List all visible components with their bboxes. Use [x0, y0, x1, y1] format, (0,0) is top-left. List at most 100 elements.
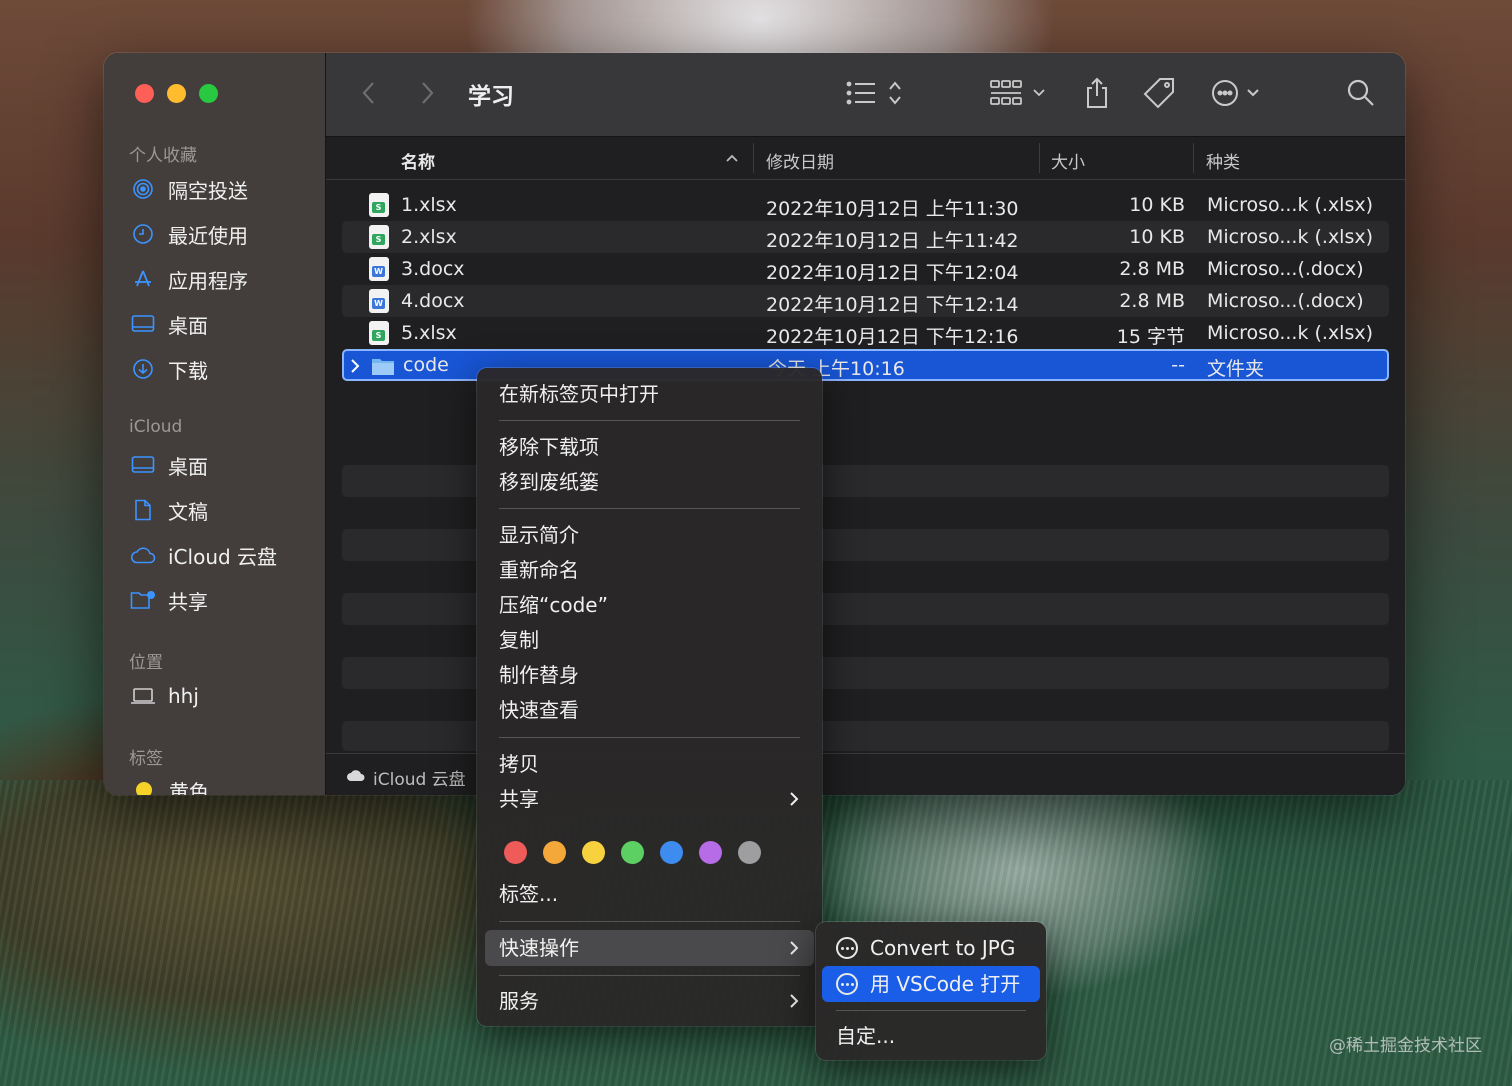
yellow-tag-dot: [136, 782, 152, 795]
menu-item-remove-download[interactable]: 移除下载项: [499, 431, 599, 463]
chevron-right-icon: [418, 80, 436, 110]
menu-item-get-info[interactable]: 显示简介: [499, 519, 579, 551]
sidebar-item-airdrop[interactable]: 隔空投送: [130, 172, 248, 206]
submenu-item-label: Convert to JPG: [870, 936, 1016, 960]
menu-separator: [836, 1010, 1026, 1011]
menu-separator: [499, 975, 800, 976]
file-date: 2022年10月12日 下午12:16: [766, 326, 1019, 348]
sidebar-item-icloud-desktop[interactable]: 桌面: [130, 448, 208, 482]
sidebar-item-label: 应用程序: [168, 268, 248, 293]
context-menu: 在新标签页中打开 移除下载项 移到废纸篓 显示简介 重新命名 压缩“code” …: [477, 368, 822, 1026]
file-size: --: [1171, 354, 1185, 376]
tag-color-yellow[interactable]: [582, 841, 605, 864]
column-size[interactable]: 大小: [1051, 148, 1085, 173]
sidebar-item-documents[interactable]: 文稿: [130, 493, 208, 527]
menu-item-copy[interactable]: 拷贝: [499, 748, 539, 780]
menu-item-quick-look[interactable]: 快速查看: [499, 694, 579, 726]
tag-color-blue[interactable]: [660, 841, 683, 864]
column-name[interactable]: 名称: [401, 148, 435, 173]
close-button[interactable]: [135, 84, 154, 103]
cloud-icon: [346, 767, 366, 787]
menu-item-open-new-tab[interactable]: 在新标签页中打开: [499, 378, 659, 410]
menu-separator: [499, 921, 800, 922]
menu-item-compress[interactable]: 压缩“code”: [499, 589, 608, 621]
menu-item-quick-actions[interactable]: 快速操作: [499, 932, 800, 964]
menu-separator: [499, 508, 800, 509]
sidebar-item-label: 桌面: [168, 313, 208, 338]
search-button[interactable]: [1347, 75, 1375, 115]
ellipsis-circle-icon: [836, 973, 858, 995]
file-kind: Microso...(.docx): [1207, 290, 1364, 312]
back-button[interactable]: [360, 75, 378, 115]
forward-button[interactable]: [418, 75, 436, 115]
clock-icon: [130, 221, 156, 247]
sidebar-item-recents[interactable]: 最近使用: [130, 217, 248, 251]
zoom-button[interactable]: [199, 84, 218, 103]
shared-folder-icon: [130, 587, 156, 613]
desktop-icon: [130, 452, 156, 478]
tag-color-green[interactable]: [621, 841, 644, 864]
share-button[interactable]: [1084, 75, 1110, 115]
list-view-icon: [846, 79, 908, 111]
tag-button[interactable]: [1142, 75, 1176, 115]
column-date[interactable]: 修改日期: [766, 148, 834, 173]
file-kind: Microso...k (.xlsx): [1207, 322, 1374, 344]
group-button[interactable]: [989, 75, 1051, 115]
sidebar-item-label: 黄色: [169, 779, 209, 796]
table-row[interactable]: S 1.xlsx 2022年10月12日 上午11:30 10 KB Micro…: [342, 189, 1389, 221]
grid-view-icon: [989, 79, 1051, 111]
sidebar-item-icloud-drive[interactable]: iCloud 云盘: [130, 538, 277, 572]
view-list-button[interactable]: [846, 75, 908, 115]
menu-item-services[interactable]: 服务: [499, 985, 800, 1017]
submenu-item-convert-jpg[interactable]: Convert to JPG: [836, 931, 1015, 965]
column-divider: [753, 143, 754, 173]
menu-item-make-alias[interactable]: 制作替身: [499, 659, 579, 691]
sidebar-item-desktop[interactable]: 桌面: [130, 307, 208, 341]
menu-item-move-to-trash[interactable]: 移到废纸篓: [499, 466, 599, 498]
tag-color-purple[interactable]: [699, 841, 722, 864]
tag-color-red[interactable]: [504, 841, 527, 864]
menu-item-tags[interactable]: 标签...: [499, 878, 558, 910]
menu-item-label: 服务: [499, 989, 539, 1013]
tag-color-orange[interactable]: [543, 841, 566, 864]
chevron-right-icon: [788, 783, 800, 815]
file-size: 10 KB: [1129, 194, 1185, 216]
sidebar-item-applications[interactable]: 应用程序: [130, 262, 248, 296]
table-row[interactable]: W 4.docx 2022年10月12日 下午12:14 2.8 MB Micr…: [342, 285, 1389, 317]
table-row[interactable]: W 3.docx 2022年10月12日 下午12:04 2.8 MB Micr…: [342, 253, 1389, 285]
menu-separator: [499, 737, 800, 738]
file-name: code: [403, 354, 449, 376]
file-size: 10 KB: [1129, 226, 1185, 248]
disclosure-chevron-icon[interactable]: [349, 356, 361, 381]
table-row[interactable]: S 5.xlsx 2022年10月12日 下午12:16 15 字节 Micro…: [342, 317, 1389, 349]
desktop-icon: [130, 311, 156, 337]
minimize-button[interactable]: [167, 84, 186, 103]
more-actions-button[interactable]: [1210, 75, 1262, 115]
tag-color-picker: [504, 841, 761, 864]
laptop-icon: [130, 683, 156, 709]
table-row[interactable]: S 2.xlsx 2022年10月12日 上午11:42 10 KB Micro…: [342, 221, 1389, 253]
file-size: 2.8 MB: [1119, 258, 1185, 280]
path-item-icloud-drive[interactable]: iCloud 云盘: [373, 765, 466, 790]
menu-item-label: 共享: [499, 787, 539, 811]
column-header: 名称 修改日期 大小 种类: [326, 137, 1405, 180]
submenu-item-open-vscode[interactable]: 用 VSCode 打开: [836, 967, 1020, 1001]
sidebar-item-label: 最近使用: [168, 223, 248, 248]
tag-color-gray[interactable]: [738, 841, 761, 864]
menu-item-share[interactable]: 共享: [499, 783, 800, 815]
window-controls: [135, 84, 218, 103]
file-kind: Microso...k (.xlsx): [1207, 194, 1374, 216]
submenu-item-label: 用 VSCode 打开: [870, 972, 1021, 996]
file-kind: Microso...k (.xlsx): [1207, 226, 1374, 248]
sidebar-item-shared[interactable]: 共享: [130, 583, 208, 617]
column-kind[interactable]: 种类: [1206, 148, 1240, 173]
submenu-item-customize[interactable]: 自定...: [836, 1019, 895, 1053]
menu-item-rename[interactable]: 重新命名: [499, 554, 579, 586]
sidebar-item-downloads[interactable]: 下载: [130, 352, 208, 386]
tag-icon: [1142, 76, 1176, 114]
file-name: 4.docx: [401, 290, 465, 312]
folder-icon: [371, 356, 395, 376]
menu-item-duplicate[interactable]: 复制: [499, 624, 539, 656]
sidebar-item-hhj[interactable]: hhj: [130, 679, 199, 713]
sidebar-item-tag-yellow[interactable]: 黄色: [130, 773, 209, 795]
